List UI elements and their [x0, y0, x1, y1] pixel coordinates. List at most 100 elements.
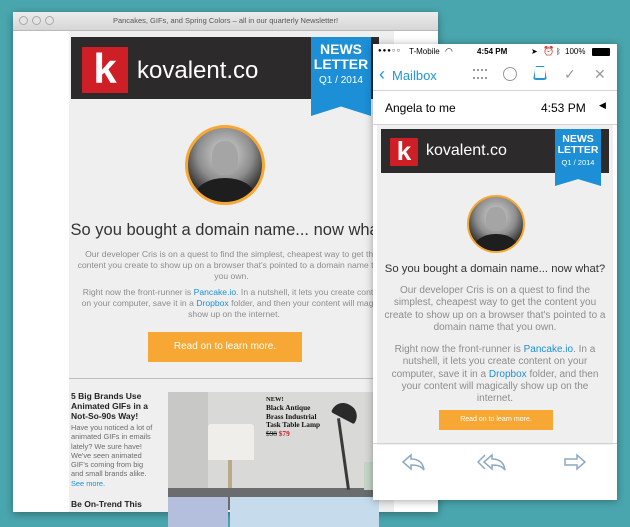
read-more-button[interactable]: Read on to learn more.	[148, 332, 302, 362]
old-price: $98	[266, 428, 277, 438]
delete-x-icon[interactable]: ✕	[594, 66, 606, 83]
wifi-icon: ◠	[445, 46, 453, 56]
phone-ribbon-title: NEWS LETTER	[555, 129, 601, 156]
signal-icon: ●●●○○	[378, 48, 402, 54]
kovalent-logo[interactable]: k	[82, 47, 128, 93]
bluetooth-icon: ᛒ	[556, 47, 561, 56]
phone-article-intro: Our developer Cris is on a quest to find…	[377, 285, 613, 334]
intro-line: you own.	[214, 271, 249, 281]
mailbox-back-button[interactable]: Mailbox	[392, 68, 437, 83]
intro-line: Our developer Cris is on a quest to find…	[85, 249, 378, 259]
title-line: Not-So-90s Way!	[71, 411, 139, 421]
detail-line: Right now the front-runner is Pancake.io…	[377, 344, 613, 356]
detail-line: Right now the front-runner is Pancake.io…	[69, 287, 399, 298]
detail-text: folder, and then your content will magic…	[228, 298, 387, 308]
window-title: Pancakes, GIFs, and Spring Colors – all …	[112, 16, 339, 25]
pancake-link[interactable]: Pancake.io	[194, 287, 237, 297]
phone-pancake-link[interactable]: Pancake.io	[524, 344, 573, 355]
dropbox-link[interactable]: Dropbox	[196, 298, 228, 308]
phone-newsletter-body[interactable]: k kovalent.co NEWS LETTER Q1 / 2014 So y…	[377, 125, 613, 445]
phone-article-headline: So you bought a domain name... now what?	[384, 263, 606, 275]
body-line: GIF's coming from big	[71, 460, 144, 470]
phone-author-avatar	[467, 195, 525, 253]
phone-ribbon-issue: Q1 / 2014	[561, 158, 595, 167]
article-headline: So you bought a domain name... now what?	[70, 221, 393, 239]
status-bar: ●●●○○ T-Mobile ◠ 4:54 PM ➤ ⏰ ᛒ 100%	[373, 44, 617, 60]
message-header[interactable]: Angela to me 4:53 PM ◀	[373, 91, 617, 125]
detail-line: internet.	[476, 393, 514, 405]
phone-screen: ●●●○○ T-Mobile ◠ 4:54 PM ➤ ⏰ ᛒ 100% ‹ Ma…	[373, 44, 617, 500]
author-avatar	[185, 125, 265, 205]
trend-article-title[interactable]: Be On-Trend This	[71, 499, 142, 509]
location-icon: ➤	[531, 47, 538, 56]
brand-name[interactable]: kovalent.co	[137, 57, 258, 85]
body-line: Have you noticed a lot of	[71, 423, 153, 432]
ribbon-issue: Q1 / 2014	[319, 75, 363, 86]
detail-line: computer, save it in a Dropbox folder, a…	[377, 369, 613, 381]
detail-text: folder, and then	[526, 368, 599, 380]
forward-icon[interactable]	[563, 453, 587, 471]
intro-line: create to show up on a browser that's po…	[384, 309, 606, 321]
collapse-arrow-icon[interactable]: ◀	[599, 100, 606, 111]
list-icon[interactable]	[473, 69, 487, 79]
reply-all-icon[interactable]	[477, 453, 507, 471]
phone-article-detail: Right now the front-runner is Pancake.io…	[377, 344, 613, 405]
battery-icon	[592, 48, 610, 56]
trend-image-2[interactable]	[230, 497, 379, 527]
trend-image-1[interactable]	[168, 497, 228, 527]
intro-line: simplest, cheapest way to get the conten…	[393, 297, 597, 309]
detail-line: on your computer, save it in a Dropbox f…	[69, 298, 399, 309]
back-chevron-icon[interactable]: ‹	[379, 63, 385, 85]
phone-read-more-button[interactable]: Read on to learn more.	[439, 410, 553, 430]
detail-text: Right now the front-runner is	[82, 287, 194, 297]
lamp-stem	[228, 460, 232, 488]
body-line: and small brands alike.	[71, 469, 147, 479]
clock: 4:54 PM	[477, 47, 508, 56]
new-price: $79	[278, 428, 290, 438]
article-detail: Right now the front-runner is Pancake.io…	[69, 287, 399, 320]
body-line: lately? We sure have!	[71, 441, 142, 451]
carrier-label: T-Mobile	[409, 47, 440, 56]
intro-line: Our developer Cris is on a quest to find…	[399, 285, 591, 296]
mail-nav-bar: ‹ Mailbox ✓ ✕	[373, 60, 617, 91]
detail-line: your content will magically show up on t…	[401, 380, 589, 392]
checkmark-icon[interactable]: ✓	[564, 66, 576, 83]
body-line: We've seen animated	[71, 450, 142, 460]
see-more-link[interactable]: See more.	[71, 479, 166, 488]
title-line: 5 Big Brands Use	[71, 391, 142, 401]
detail-text: . In a	[573, 344, 596, 355]
phone-brand-name[interactable]: kovalent.co	[426, 142, 507, 160]
detail-text: on your computer, save it in a	[81, 298, 197, 308]
body-line: animated GIFs in emails	[71, 432, 151, 442]
lamp-shade	[208, 424, 254, 460]
newsletter-banner: k kovalent.co NEWS LETTER Q1 / 2014	[71, 37, 379, 116]
intro-line: domain name that you own.	[433, 321, 557, 333]
promo-price: $98 $79	[266, 428, 336, 438]
detail-text: . In a nutshell, it lets you create cont…	[236, 287, 386, 297]
phone-dropbox-link[interactable]: Dropbox	[489, 369, 527, 380]
battery-percent: 100%	[565, 47, 586, 56]
message-toolbar	[373, 443, 617, 500]
later-clock-icon[interactable]	[503, 67, 517, 81]
gif-article-title[interactable]: 5 Big Brands Use Animated GIFs in a Not-…	[71, 391, 163, 421]
window-titlebar: Pancakes, GIFs, and Spring Colors – all …	[13, 12, 438, 31]
phone-kovalent-logo[interactable]: k	[390, 138, 418, 166]
received-time: 4:53 PM	[541, 101, 586, 115]
ribbon-line-letter: LETTER	[557, 144, 599, 156]
detail-text: computer, save it in a	[391, 368, 489, 380]
detail-line: show up on the internet.	[188, 309, 280, 319]
sender-line: Angela to me	[385, 101, 456, 115]
ribbon-line-news: NEWS	[320, 41, 362, 57]
promo-label: NEW! Black Antique Brass Industrial Task…	[266, 396, 336, 438]
section-divider	[69, 378, 394, 379]
detail-text: Right now the front-runner is	[394, 344, 524, 355]
ribbon-title: NEWS LETTER	[311, 37, 371, 72]
newsletter-body: k kovalent.co NEWS LETTER Q1 / 2014 So y…	[69, 31, 394, 527]
title-line: Animated GIFs in a	[71, 401, 148, 411]
archive-inbox-icon[interactable]	[533, 66, 547, 80]
detail-line: nutshell, it lets you create content on …	[402, 356, 588, 368]
phone-newsletter-ribbon: NEWS LETTER Q1 / 2014	[555, 129, 601, 186]
lamp-promo-image[interactable]: NEW! Black Antique Brass Industrial Task…	[168, 392, 379, 510]
intro-line: content you create to show up on a brows…	[77, 260, 386, 270]
reply-icon[interactable]	[401, 453, 425, 471]
